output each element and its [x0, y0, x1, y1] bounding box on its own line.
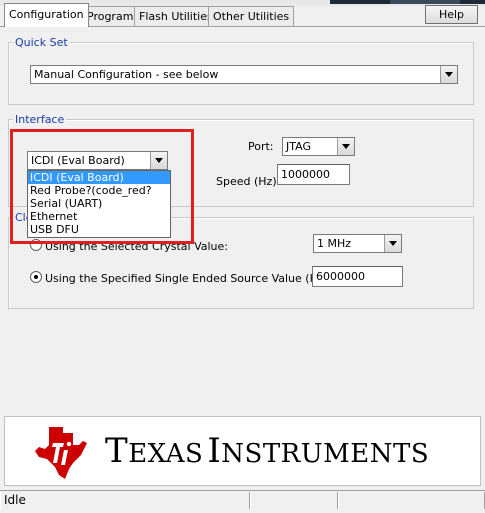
dropdown-option[interactable]: Red Probe?(code_red? [28, 184, 170, 197]
tab-program[interactable]: Program [82, 6, 139, 26]
port-label: Port: [248, 140, 274, 153]
chevron-down-icon[interactable] [440, 66, 457, 83]
crystal-select[interactable]: 1 MHz [313, 234, 402, 253]
status-cell-3 [338, 492, 485, 509]
chevron-down-icon[interactable] [150, 152, 167, 169]
status-text: Idle [0, 492, 250, 509]
tab-other-utilities[interactable]: Other Utilities [208, 6, 295, 26]
quick-set-title: Quick Set [13, 36, 70, 49]
chevron-down-icon[interactable] [384, 235, 401, 252]
radio-crystal[interactable] [30, 239, 42, 251]
dropdown-option[interactable]: Ethernet [28, 210, 170, 223]
port-value: JTAG [286, 140, 311, 153]
brand-letter: I [207, 431, 222, 471]
interface-dropdown-list[interactable]: ICDI (Eval Board) Red Probe?(code_red? S… [27, 170, 171, 238]
radio-source-label: Using the Specified Single Ended Source … [45, 272, 332, 285]
title-bar-fragment [330, 0, 485, 4]
dropdown-option[interactable]: ICDI (Eval Board) [28, 171, 170, 184]
source-input[interactable]: 6000000 [312, 266, 403, 287]
brand-text: EXAS [128, 439, 204, 469]
brand-letter: T [105, 431, 129, 471]
crystal-value: 1 MHz [317, 237, 352, 250]
chevron-down-icon[interactable] [337, 138, 354, 155]
speed-label: Speed (Hz): [216, 175, 281, 188]
tab-configuration[interactable]: Configuration [4, 3, 89, 27]
speed-input[interactable]: 1000000 [277, 164, 350, 185]
brand-wordmark: TEXAS INSTRUMENTS [105, 431, 429, 471]
quick-set-select[interactable]: Manual Configuration - see below [30, 65, 458, 84]
interface-select[interactable]: ICDI (Eval Board) [27, 151, 168, 170]
dropdown-option[interactable]: USB DFU [28, 223, 170, 236]
quick-set-value: Manual Configuration - see below [34, 68, 219, 81]
brand-text: NSTRUMENTS [221, 439, 430, 469]
interface-title: Interface [13, 113, 67, 126]
port-select[interactable]: JTAG [282, 137, 355, 156]
interface-value: ICDI (Eval Board) [31, 154, 125, 167]
status-bar: Idle [0, 490, 485, 510]
radio-crystal-label: Using the Selected Crystal Value: [45, 240, 228, 253]
tab-flash-utilities[interactable]: Flash Utilities [134, 6, 218, 26]
branding-panel: TEXAS INSTRUMENTS [4, 416, 481, 486]
texas-instruments-logo-icon [35, 427, 87, 479]
help-button[interactable]: Help [425, 5, 478, 24]
status-cell-2 [250, 492, 338, 509]
dropdown-option[interactable]: Serial (UART) [28, 197, 170, 210]
radio-source[interactable] [30, 271, 42, 283]
